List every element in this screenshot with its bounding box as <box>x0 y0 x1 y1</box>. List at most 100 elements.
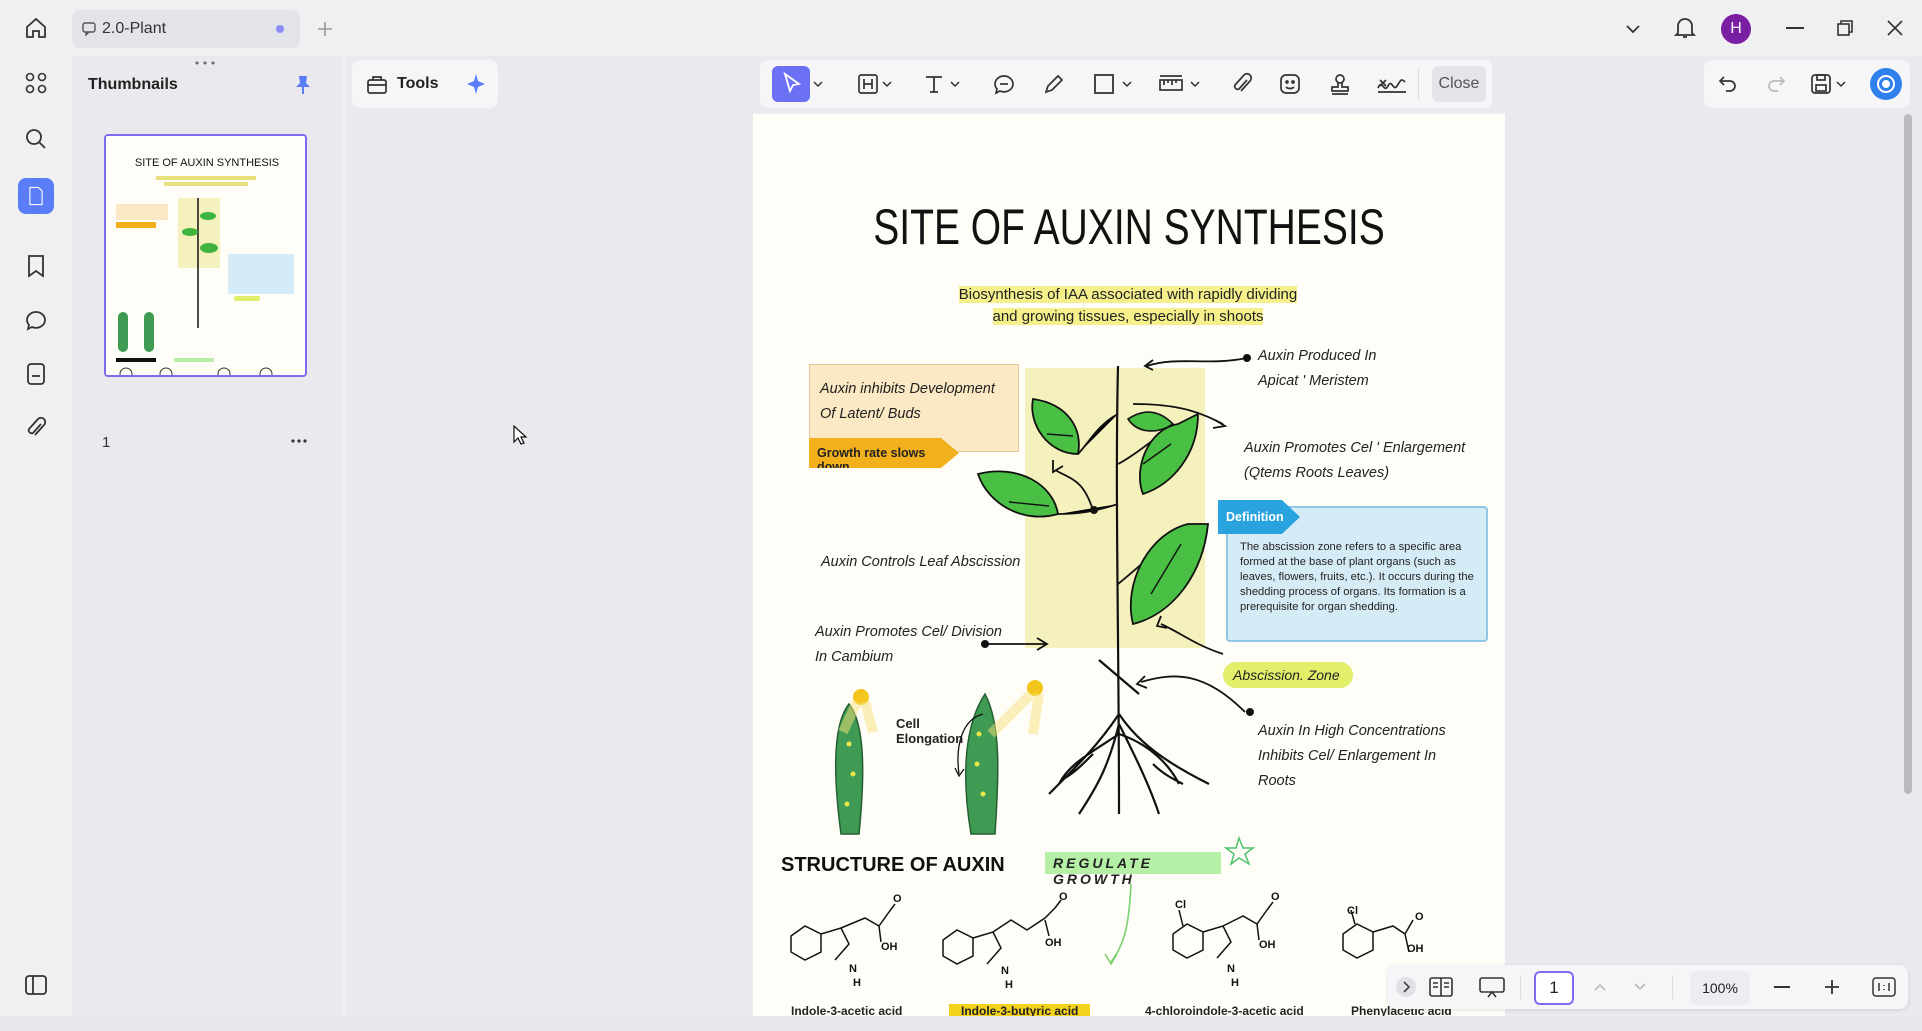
growth-rate-tag: Growth rate slows down <box>809 438 959 468</box>
text-tool-icon[interactable] <box>922 72 946 96</box>
regulate-growth-label: REGULATE GROWTH <box>1045 852 1221 887</box>
chem-2-oh: OH <box>1045 937 1062 949</box>
chem-name-3: 4-chloroindole-3-acetic acid <box>1145 1004 1304 1016</box>
tools-button[interactable]: Tools <box>352 60 498 108</box>
page-thumbnail[interactable]: SITE OF AUXIN SYNTHESIS <box>104 134 307 377</box>
search-icon[interactable] <box>25 128 47 150</box>
stamp-icon[interactable] <box>1328 72 1352 96</box>
latent-line-1: Auxin inhibits Development <box>820 381 995 397</box>
promotes-line-2: (Qtems Roots Leaves) <box>1244 465 1390 481</box>
document-page: SITE OF AUXIN SYNTHESIS Biosynthesis of … <box>753 114 1505 1016</box>
auxin-produced-note: Auxin Produced In Apicat ' Meristem <box>1258 344 1377 394</box>
panel-title: Thumbnails <box>88 76 178 93</box>
toolbar-divider <box>1418 68 1419 100</box>
previous-page-icon[interactable] <box>1592 979 1608 995</box>
sidebar-toggle-icon[interactable] <box>24 974 48 996</box>
attach-file-icon[interactable] <box>1230 72 1254 96</box>
left-icon-rail <box>0 56 72 1016</box>
abscission-zone-label: Abscission. Zone <box>1223 662 1353 688</box>
chem-3-cl: Cl <box>1175 899 1186 911</box>
more-options-icon[interactable] <box>290 438 308 444</box>
leaf-abscission-note: Auxin Controls Leaf Abscission <box>821 554 1021 570</box>
chevron-down-icon[interactable] <box>1122 80 1132 88</box>
redo-icon[interactable] <box>1766 74 1786 94</box>
right-toolbar <box>1704 60 1910 108</box>
chem-3-n: N <box>1227 963 1235 975</box>
title-bar: 2.0-Plant H <box>0 0 1922 56</box>
high-concentration-note: Auxin In High Concentrations Inhibits Cel… <box>1258 719 1446 794</box>
svg-text:SITE OF AUXIN SYNTHESIS: SITE OF AUXIN SYNTHESIS <box>135 157 279 169</box>
highlight-tool-icon[interactable] <box>856 72 880 96</box>
chevron-down-icon[interactable] <box>1190 80 1200 88</box>
restore-icon[interactable] <box>1836 19 1854 37</box>
zoom-out-icon[interactable] <box>1774 986 1790 988</box>
chem-3-oh: OH <box>1259 939 1276 951</box>
ai-assistant-icon[interactable] <box>1870 68 1902 100</box>
undo-icon[interactable] <box>1718 74 1738 94</box>
vertical-scrollbar[interactable] <box>1904 114 1912 794</box>
close-window-icon[interactable] <box>1886 19 1904 37</box>
zoom-in-icon[interactable] <box>1824 979 1840 995</box>
pencil-tool-icon[interactable] <box>1042 72 1066 96</box>
toolbox-icon <box>366 73 388 95</box>
apps-grid-icon[interactable] <box>25 72 47 94</box>
user-avatar[interactable]: H <box>1721 14 1751 44</box>
chevron-down-icon[interactable] <box>1836 80 1846 88</box>
ai-sparkle-icon[interactable] <box>464 72 488 96</box>
divider <box>1520 975 1521 999</box>
unsaved-dot-icon <box>276 25 284 33</box>
signature-icon[interactable] <box>1376 72 1408 96</box>
expand-icon[interactable] <box>1396 977 1416 997</box>
comments-icon[interactable] <box>24 308 48 332</box>
pin-icon[interactable] <box>292 74 314 96</box>
produced-line-1: Auxin Produced In <box>1258 348 1377 364</box>
chevron-down-icon[interactable] <box>813 80 823 88</box>
page-number-input[interactable]: 1 <box>1534 971 1574 1005</box>
measure-tool-icon[interactable] <box>1158 72 1184 96</box>
comment-tool-icon[interactable] <box>992 72 1016 96</box>
form-icon[interactable] <box>26 362 46 386</box>
chem-3-h: H <box>1231 977 1239 989</box>
select-tool-icon[interactable] <box>772 66 810 102</box>
tab-title: 2.0-Plant <box>102 20 167 37</box>
high-line-1: Auxin In High Concentrations <box>1258 723 1446 739</box>
high-line-3: Roots <box>1258 773 1296 789</box>
presentation-icon[interactable] <box>1478 975 1506 999</box>
next-page-icon[interactable] <box>1632 979 1648 995</box>
divider <box>1672 975 1673 999</box>
document-tab[interactable]: 2.0-Plant <box>72 10 300 48</box>
thumbnail-page-number: 1 <box>102 434 111 451</box>
division-line-1: Auxin Promotes Cel/ Division <box>815 624 1002 640</box>
thumbnails-panel: Thumbnails SITE OF AUXIN SYNTHESIS 1 <box>72 56 342 1016</box>
chevron-down-icon[interactable] <box>950 80 960 88</box>
chem-2-o: O <box>1059 891 1068 903</box>
bookmark-icon[interactable] <box>26 254 46 278</box>
chem-1-n: N <box>849 963 857 975</box>
comment-icon <box>82 22 96 36</box>
chem-1-oh: OH <box>881 941 898 953</box>
produced-line-2: Apicat ' Meristem <box>1258 373 1369 389</box>
cell-elong-line-2: Elongation <box>896 731 964 746</box>
zoom-level[interactable]: 100% <box>1690 971 1750 1005</box>
notification-bell-icon[interactable] <box>1674 16 1696 40</box>
chem-1-o: O <box>893 893 902 905</box>
minimize-icon[interactable] <box>1786 27 1804 29</box>
chevron-down-icon[interactable] <box>1624 20 1642 38</box>
close-button[interactable]: Close <box>1432 66 1486 102</box>
shape-tool-icon[interactable] <box>1092 72 1116 96</box>
tools-label: Tools <box>397 75 439 92</box>
pages-icon[interactable] <box>18 178 54 214</box>
save-icon[interactable] <box>1810 72 1832 96</box>
actual-size-icon[interactable] <box>1872 977 1896 997</box>
new-tab-icon[interactable] <box>316 20 334 38</box>
page-layout-icon[interactable] <box>1428 975 1454 999</box>
drag-handle-icon[interactable] <box>194 60 216 66</box>
attachment-icon[interactable] <box>26 416 46 440</box>
sticker-icon[interactable] <box>1278 72 1302 96</box>
cell-elong-line-1: Cell <box>896 716 920 731</box>
home-icon[interactable] <box>24 16 48 40</box>
chem-name-2: Indole-3-butyric acid <box>949 1004 1091 1016</box>
chevron-down-icon[interactable] <box>882 80 892 88</box>
division-line-2: In Cambium <box>815 649 894 665</box>
chem-4-oh: OH <box>1407 943 1424 955</box>
